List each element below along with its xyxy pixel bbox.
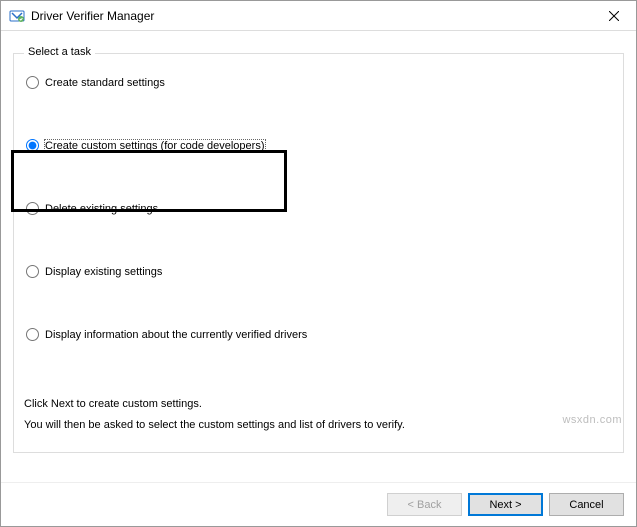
titlebar[interactable]: Driver Verifier Manager — [1, 1, 636, 31]
radio-display-existing[interactable]: Display existing settings — [24, 265, 613, 278]
radio-input-delete-existing[interactable] — [26, 202, 39, 215]
content-area: Select a task Create standard settings C… — [1, 31, 636, 482]
radio-input-create-custom[interactable] — [26, 139, 39, 152]
back-button: < Back — [387, 493, 462, 516]
cancel-button[interactable]: Cancel — [549, 493, 624, 516]
groupbox-legend: Select a task — [24, 46, 95, 58]
radio-label-display-existing: Display existing settings — [45, 266, 162, 278]
radio-input-create-standard[interactable] — [26, 76, 39, 89]
radio-label-display-info: Display information about the currently … — [45, 329, 307, 341]
app-icon — [9, 8, 25, 24]
radio-delete-existing[interactable]: Delete existing settings — [24, 202, 613, 215]
watermark: wsxdn.com — [562, 414, 622, 426]
radio-label-create-custom: Create custom settings (for code develop… — [45, 140, 265, 152]
info-line-1: Click Next to create custom settings. — [24, 394, 613, 415]
radio-display-info[interactable]: Display information about the currently … — [24, 328, 613, 341]
task-groupbox: Select a task Create standard settings C… — [13, 53, 624, 453]
window: Driver Verifier Manager Select a task Cr… — [0, 0, 637, 527]
radio-create-standard[interactable]: Create standard settings — [24, 76, 613, 89]
radio-input-display-existing[interactable] — [26, 265, 39, 278]
button-bar: < Back Next > Cancel — [1, 482, 636, 526]
close-button[interactable] — [591, 1, 636, 30]
next-button[interactable]: Next > — [468, 493, 543, 516]
radio-label-delete-existing: Delete existing settings — [45, 203, 158, 215]
info-line-2: You will then be asked to select the cus… — [24, 415, 613, 436]
info-text: Click Next to create custom settings. Yo… — [24, 394, 613, 436]
radio-label-create-standard: Create standard settings — [45, 77, 165, 89]
close-icon — [609, 11, 619, 21]
window-title: Driver Verifier Manager — [31, 9, 591, 23]
radio-create-custom[interactable]: Create custom settings (for code develop… — [24, 139, 613, 152]
radio-input-display-info[interactable] — [26, 328, 39, 341]
